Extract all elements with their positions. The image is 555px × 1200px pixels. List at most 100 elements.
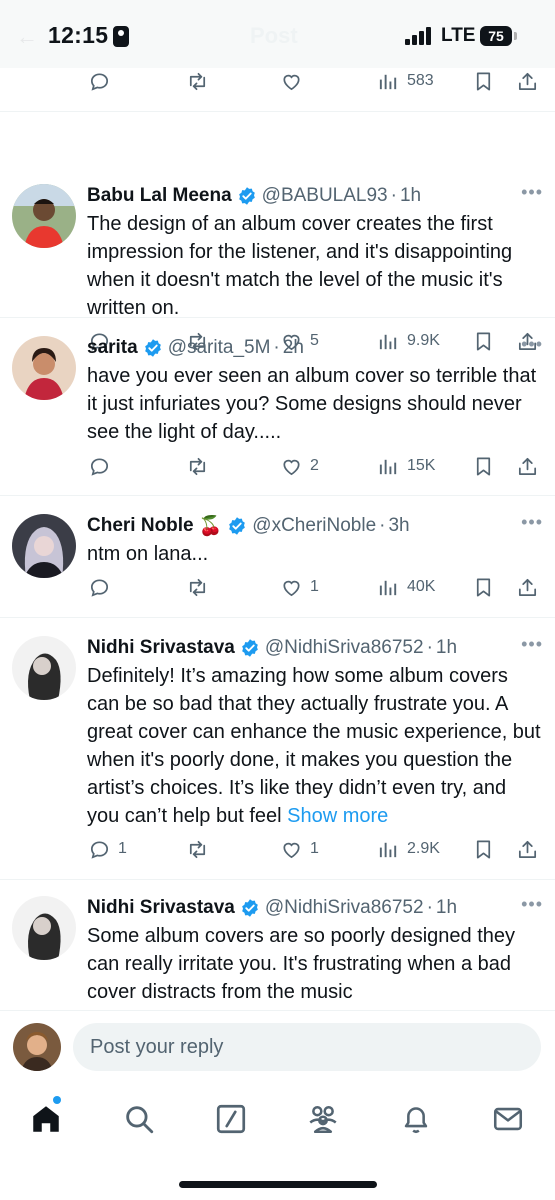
post-text: The design of an album cover creates the… xyxy=(87,213,513,319)
share-icon xyxy=(518,457,537,475)
back-arrow-icon[interactable]: ← xyxy=(16,24,38,50)
screen-title: Post xyxy=(250,23,298,48)
more-options-icon[interactable]: ••• xyxy=(521,894,543,915)
post-actions: 1 40K xyxy=(0,572,555,602)
repost-button[interactable] xyxy=(186,572,209,602)
author-name[interactable]: sarita xyxy=(87,337,138,359)
reply-feed[interactable]: 583 Babu Lal Meena @BABULAL93 · 1h ••• T… xyxy=(0,58,555,1008)
reply-post[interactable]: Cheri Noble 🍒 @xCheriNoble · 3h ••• ntm … xyxy=(0,496,555,618)
notifications-icon xyxy=(404,1107,428,1134)
status-time: 12:15 xyxy=(48,22,109,48)
more-options-icon[interactable]: ••• xyxy=(521,334,543,355)
post-time: 1h xyxy=(435,897,458,918)
tab-home[interactable] xyxy=(29,1096,63,1136)
share-icon xyxy=(518,578,537,596)
repost-button[interactable] xyxy=(186,834,209,864)
search-icon xyxy=(126,1106,154,1134)
avatar[interactable] xyxy=(12,896,76,960)
reply-icon xyxy=(90,72,109,91)
share-button[interactable] xyxy=(516,834,539,864)
reply-input[interactable] xyxy=(73,1023,541,1071)
reply-button[interactable]: 1 xyxy=(88,834,127,864)
post-header: Babu Lal Meena @BABULAL93 · 1h xyxy=(87,185,422,207)
author-handle[interactable]: @NidhiSriva86752 xyxy=(265,637,424,659)
like-count: 2 xyxy=(310,457,319,474)
more-options-icon[interactable]: ••• xyxy=(521,634,543,655)
verified-badge-icon xyxy=(242,899,258,917)
communities-icon xyxy=(309,1105,337,1134)
author-name[interactable]: Nidhi Srivastava xyxy=(87,637,235,659)
repost-button[interactable] xyxy=(186,66,209,96)
repost-button[interactable] xyxy=(186,451,209,481)
like-button[interactable]: 1 xyxy=(280,572,319,602)
avatar[interactable] xyxy=(12,336,76,400)
views-icon xyxy=(379,842,397,857)
author-name[interactable]: Babu Lal Meena xyxy=(87,185,232,207)
post-text-body: Definitely! It’s amazing how some album … xyxy=(87,665,541,827)
like-button[interactable]: 1 xyxy=(280,834,319,864)
share-icon xyxy=(518,840,537,858)
like-button[interactable] xyxy=(280,66,303,96)
reply-post[interactable]: Nidhi Srivastava @NidhiSriva86752 · 1h •… xyxy=(0,880,555,1008)
more-options-icon[interactable]: ••• xyxy=(521,512,543,533)
bottom-tab-bar xyxy=(0,1088,555,1200)
repost-icon xyxy=(189,578,206,596)
bookmark-button[interactable] xyxy=(472,572,495,602)
author-handle[interactable]: @BABULAL93 xyxy=(262,185,388,207)
bookmark-button[interactable] xyxy=(472,834,495,864)
tab-search[interactable] xyxy=(122,1102,156,1136)
verified-badge-icon xyxy=(242,639,258,657)
post-body: Babu Lal Meena @BABULAL93 · 1h ••• The d… xyxy=(87,182,543,322)
share-button[interactable] xyxy=(516,66,539,96)
tab-communities[interactable] xyxy=(306,1102,340,1136)
post-body: Cheri Noble 🍒 @xCheriNoble · 3h ••• ntm … xyxy=(87,512,543,568)
more-options-icon[interactable]: ••• xyxy=(521,182,543,203)
author-handle[interactable]: @NidhiSriva86752 xyxy=(265,897,424,919)
bookmark-button[interactable] xyxy=(472,451,495,481)
reply-button[interactable] xyxy=(88,66,111,96)
heart-icon xyxy=(283,459,300,475)
avatar[interactable] xyxy=(12,184,76,248)
repost-icon xyxy=(189,457,206,475)
post-time: 1h xyxy=(435,637,458,658)
share-button[interactable] xyxy=(516,451,539,481)
views-button[interactable]: 15K xyxy=(377,451,435,481)
share-button[interactable] xyxy=(516,572,539,602)
post-header: sarita @sarita_5M · 2h xyxy=(87,337,304,359)
reply-post[interactable]: sarita @sarita_5M · 2h ••• have you ever… xyxy=(0,318,555,496)
reply-button[interactable] xyxy=(88,572,111,602)
avatar[interactable] xyxy=(12,514,76,578)
tab-grok[interactable] xyxy=(214,1102,248,1136)
views-button[interactable]: 2.9K xyxy=(377,834,440,864)
views-button[interactable]: 40K xyxy=(377,572,435,602)
like-button[interactable]: 2 xyxy=(280,451,319,481)
reply-button[interactable] xyxy=(88,451,111,481)
views-icon xyxy=(379,580,397,595)
views-count: 583 xyxy=(407,72,434,89)
show-more-link[interactable]: Show more xyxy=(287,805,388,827)
views-button[interactable]: 583 xyxy=(377,66,434,96)
views-count: 2.9K xyxy=(407,840,440,857)
author-name[interactable]: Cheri Noble xyxy=(87,515,194,537)
tab-messages[interactable] xyxy=(491,1102,525,1136)
battery-icon: 75 xyxy=(480,26,517,46)
like-count: 1 xyxy=(310,840,319,857)
post-text: Definitely! It’s amazing how some album … xyxy=(87,662,543,830)
author-handle[interactable]: @sarita_5M xyxy=(168,337,271,359)
my-avatar[interactable] xyxy=(13,1023,61,1071)
reply-post[interactable]: Nidhi Srivastava @NidhiSriva86752 · 1h •… xyxy=(0,618,555,880)
repost-icon xyxy=(189,72,206,90)
reply-icon xyxy=(90,578,109,597)
bookmark-button[interactable] xyxy=(472,66,495,96)
author-name[interactable]: Nidhi Srivastava xyxy=(87,897,235,919)
grok-icon xyxy=(216,1104,246,1134)
reply-post[interactable]: Babu Lal Meena @BABULAL93 · 1h ••• The d… xyxy=(0,112,555,351)
heart-icon xyxy=(283,580,300,596)
home-icon xyxy=(33,1106,59,1132)
bookmark-icon xyxy=(476,71,491,91)
author-handle[interactable]: @xCheriNoble xyxy=(252,515,376,537)
home-indicator[interactable] xyxy=(179,1181,377,1188)
avatar[interactable] xyxy=(12,636,76,700)
tab-notifications[interactable] xyxy=(399,1102,433,1136)
post-header: Cheri Noble 🍒 @xCheriNoble · 3h xyxy=(87,515,410,537)
